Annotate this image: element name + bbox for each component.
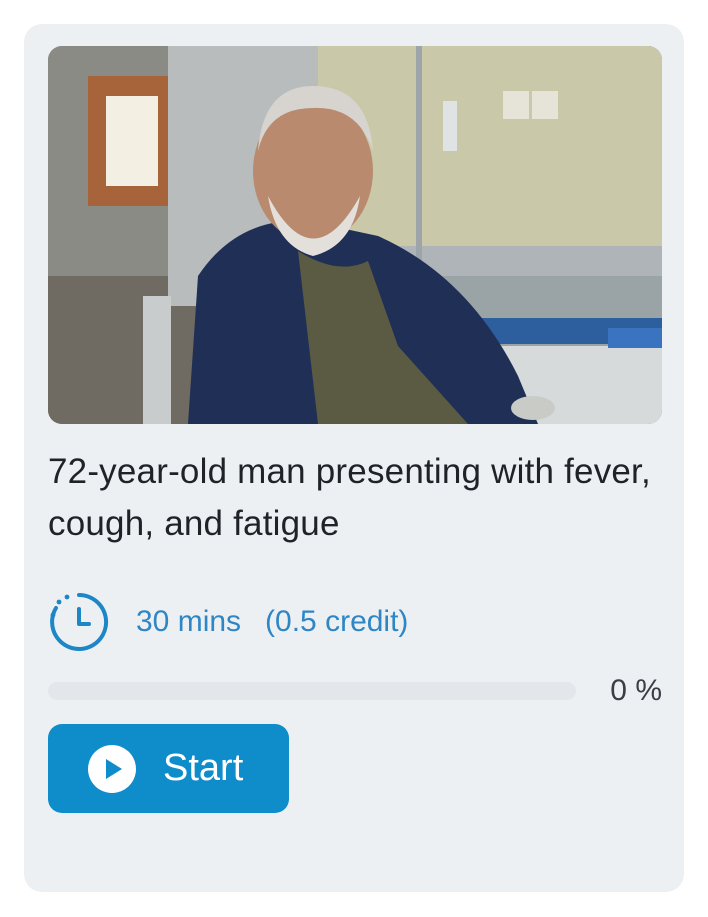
progress-bar (48, 682, 576, 700)
play-icon (88, 744, 136, 793)
case-card[interactable]: 72-year-old man presenting with fever, c… (24, 24, 684, 892)
progress-percent: 0 % (610, 674, 662, 707)
case-photo (48, 46, 662, 424)
start-button[interactable]: Start (48, 724, 289, 813)
case-meta: 30 mins (0.5 credit) (48, 590, 408, 654)
clock-icon (50, 592, 109, 651)
start-button-label: Start (163, 747, 244, 789)
duration-label: 30 mins (136, 605, 242, 638)
credit-label: (0.5 credit) (265, 605, 409, 638)
case-title: 72-year-old man presenting with fever, c… (48, 452, 651, 543)
